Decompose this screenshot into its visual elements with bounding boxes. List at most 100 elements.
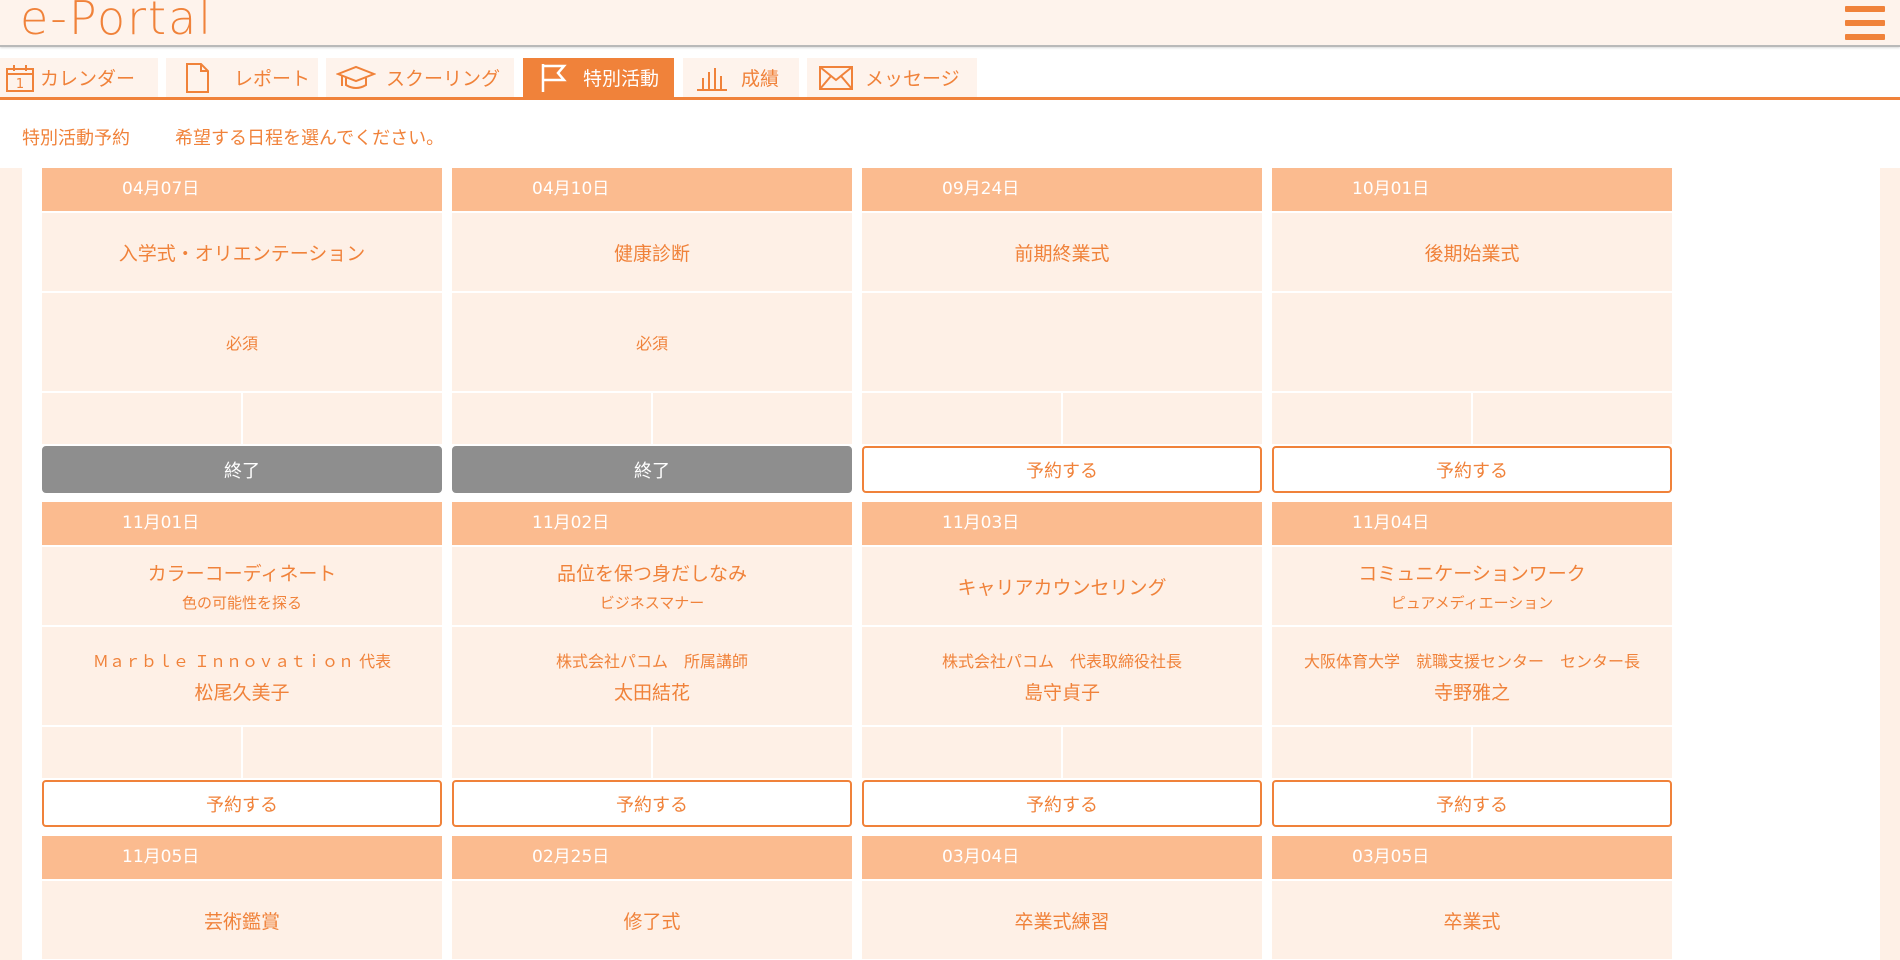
activity-card: 04月07日 入学式・オリエンテーション 必須 終了 [42, 168, 442, 493]
reserve-button[interactable]: 予約する [1272, 446, 1672, 493]
activity-info-cell [1272, 293, 1672, 391]
activity-card: 04月10日 健康診断 必須 終了 [452, 168, 852, 493]
activity-subtitle: 色の可能性を探る [181, 594, 302, 612]
activity-title-cell: 卒業式 [1272, 881, 1672, 959]
reserve-button[interactable]: 予約する [862, 446, 1262, 493]
lecturer-name: 寺野雅之 [1433, 681, 1510, 704]
activity-title-cell: コミュニケーションワーク ピュアメディエーション [1272, 547, 1672, 625]
activity-title: キャリアカウンセリング [957, 576, 1167, 599]
lecturer-affiliation: 大阪体育大学 就職支援センター センター長 [1303, 651, 1640, 671]
activity-title: 卒業式 [1443, 910, 1501, 933]
activity-card: 11月01日 カラーコーディネート 色の可能性を探る Ｍａｒｂｌｅ Ｉｎｎｏｖａ… [42, 502, 442, 827]
activity-card: 11月03日 キャリアカウンセリング 株式会社パコム 代表取締役社長 島守貞子 … [862, 502, 1262, 827]
activity-subtitle: ビジネスマナー [599, 594, 705, 612]
activity-title: 芸術鑑賞 [203, 910, 280, 933]
activity-title-cell: 健康診断 [452, 213, 852, 291]
activity-title-cell: 品位を保つ身だしなみ ビジネスマナー [452, 547, 852, 625]
activity-requirement: 必須 [225, 334, 258, 353]
tab-calendar-label: カレンダー [40, 68, 136, 90]
scrollbar-track[interactable] [1880, 168, 1900, 960]
finished-button: 終了 [452, 446, 852, 493]
tab-special-activities-label: 特別活動 [583, 68, 660, 90]
activity-date: 09月24日 [862, 168, 1262, 211]
activity-detail-row [862, 727, 1262, 778]
tab-messages-label: メッセージ [865, 68, 960, 90]
activity-date: 11月03日 [862, 502, 1262, 545]
activity-title-cell: 入学式・オリエンテーション [42, 213, 442, 291]
lecturer-affiliation: 株式会社パコム 所属講師 [555, 651, 748, 671]
activity-info-cell: 大阪体育大学 就職支援センター センター長 寺野雅之 [1272, 627, 1672, 725]
document-icon [166, 58, 228, 97]
activity-subtitle: ピュアメディエーション [1390, 594, 1554, 612]
tab-report[interactable]: レポート [166, 58, 318, 97]
activity-detail-row [1272, 393, 1672, 444]
reserve-button[interactable]: 予約する [452, 780, 852, 827]
lecturer-name: 島守貞子 [1023, 681, 1100, 704]
activity-info-cell: 必須 [42, 293, 442, 391]
flag-icon [523, 58, 583, 97]
calendar-icon: 1 [0, 58, 40, 97]
activity-date: 11月05日 [42, 836, 442, 879]
graduation-cap-icon [326, 58, 386, 97]
activity-title: 修了式 [623, 910, 681, 933]
activity-detail-row [42, 727, 442, 778]
activity-card: 11月02日 品位を保つ身だしなみ ビジネスマナー 株式会社パコム 所属講師 太… [452, 502, 852, 827]
activity-date: 11月02日 [452, 502, 852, 545]
activity-title-cell: 前期終業式 [862, 213, 1262, 291]
tab-special-activities[interactable]: 特別活動 [523, 58, 674, 97]
activity-date: 02月25日 [452, 836, 852, 879]
lecturer-affiliation: Ｍａｒｂｌｅ Ｉｎｎｏｖａｔｉｏｎ 代表 [92, 651, 392, 671]
activity-title: 後期始業式 [1424, 242, 1520, 265]
app-logo[interactable]: e-Portal [20, 0, 213, 46]
activity-title-cell: 修了式 [452, 881, 852, 959]
activity-date: 11月01日 [42, 502, 442, 545]
activity-title: 品位を保つ身だしなみ [556, 563, 747, 585]
content-left-gutter [0, 168, 22, 960]
activity-title-cell: カラーコーディネート 色の可能性を探る [42, 547, 442, 625]
activity-title: 健康診断 [613, 242, 690, 265]
activity-date: 11月04日 [1272, 502, 1672, 545]
activity-requirement: 必須 [635, 334, 668, 353]
activity-title: 入学式・オリエンテーション [118, 242, 366, 265]
tab-report-label: レポート [234, 68, 311, 90]
activity-detail-row [862, 393, 1262, 444]
activity-card: 03月04日 卒業式練習 [862, 836, 1262, 959]
activity-card: 02月25日 修了式 [452, 836, 852, 959]
tab-schooling-label: スクーリング [386, 68, 501, 90]
lecturer-name: 松尾久美子 [194, 681, 290, 704]
activity-info-cell: 株式会社パコム 代表取締役社長 島守貞子 [862, 627, 1262, 725]
activity-info-cell: 株式会社パコム 所属講師 太田結花 [452, 627, 852, 725]
tab-messages[interactable]: メッセージ [807, 58, 977, 97]
lecturer-affiliation: 株式会社パコム 代表取締役社長 [941, 651, 1182, 671]
reserve-button[interactable]: 予約する [1272, 780, 1672, 827]
activity-detail-row [452, 727, 852, 778]
hamburger-menu-icon[interactable] [1845, 6, 1885, 40]
activity-title-cell: 芸術鑑賞 [42, 881, 442, 959]
activity-detail-row [1272, 727, 1672, 778]
activity-detail-row [452, 393, 852, 444]
reserve-button[interactable]: 予約する [42, 780, 442, 827]
main-tab-bar: 1 カレンダー レポート スクーリング 特別活動 成績 メッセージ [0, 58, 1900, 100]
activity-info-cell: 必須 [452, 293, 852, 391]
envelope-icon [807, 58, 865, 97]
activity-title: 前期終業式 [1014, 242, 1110, 265]
tab-schooling[interactable]: スクーリング [326, 58, 514, 97]
tab-calendar[interactable]: 1 カレンダー [0, 58, 158, 97]
activity-title-cell: キャリアカウンセリング [862, 547, 1262, 625]
page-title: 特別活動予約 [22, 128, 130, 149]
activity-date: 10月01日 [1272, 168, 1672, 211]
activity-date: 03月05日 [1272, 836, 1672, 879]
app-header: e-Portal [0, 0, 1900, 47]
activity-title-cell: 後期始業式 [1272, 213, 1672, 291]
activity-card: 09月24日 前期終業式 予約する [862, 168, 1262, 493]
bar-chart-icon [683, 58, 741, 97]
activity-card: 03月05日 卒業式 [1272, 836, 1672, 959]
reserve-button[interactable]: 予約する [862, 780, 1262, 827]
activity-date: 04月07日 [42, 168, 442, 211]
tab-grades[interactable]: 成績 [683, 58, 799, 97]
activity-title: カラーコーディネート [147, 563, 337, 585]
activity-title-cell: 卒業式練習 [862, 881, 1262, 959]
activity-card: 10月01日 後期始業式 予約する [1272, 168, 1672, 493]
page-instruction: 希望する日程を選んでください。 [175, 128, 445, 149]
activity-card: 11月04日 コミュニケーションワーク ピュアメディエーション 大阪体育大学 就… [1272, 502, 1672, 827]
